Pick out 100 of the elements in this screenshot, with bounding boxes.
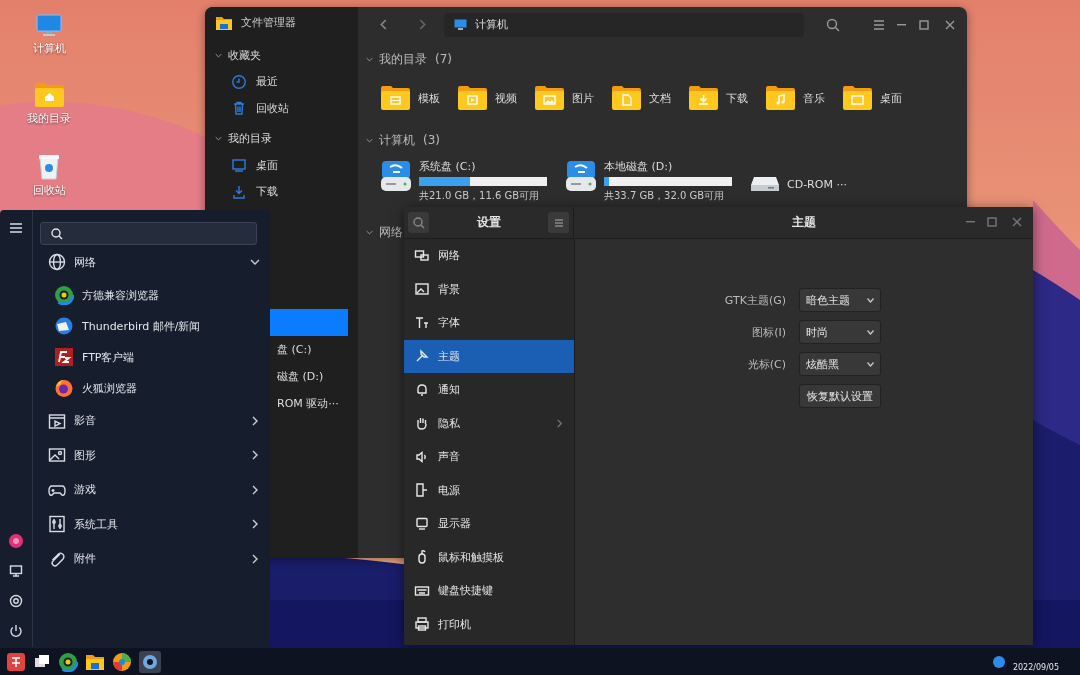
settings-nav-item[interactable]: 显示器: [404, 507, 574, 541]
media-icon: [48, 411, 66, 430]
sidebar-item[interactable]: 下载: [205, 178, 358, 205]
section-heading[interactable]: 计算机: [379, 131, 415, 149]
monitor-icon: [8, 563, 24, 579]
browser-icon: [58, 651, 78, 672]
search-field[interactable]: [40, 222, 257, 245]
folder-icon: [842, 85, 873, 111]
settings-nav-item[interactable]: 字体: [404, 306, 574, 340]
app-item[interactable]: Thunderbird 邮件/新闻: [40, 310, 270, 342]
menu-category[interactable]: 影音: [40, 403, 260, 438]
menu-category[interactable]: 系统工具: [40, 507, 260, 542]
drive-item[interactable]: 系统盘 (C:) 共21.0 GB，11.6 GB可用: [380, 159, 565, 203]
folder-icon: [380, 85, 411, 111]
privacy-icon: [414, 415, 430, 432]
graphics-icon: [48, 446, 66, 465]
dropdown[interactable]: 暗色主题: [799, 288, 881, 312]
disk-icon: [380, 159, 412, 193]
dropdown[interactable]: 炫酷黑: [799, 352, 881, 376]
chevron-icon[interactable]: [250, 553, 260, 564]
settings-nav-item[interactable]: 声音: [404, 440, 574, 474]
sidebar-item[interactable]: 桌面: [205, 152, 358, 179]
tools-icon: [48, 515, 66, 534]
folder-item[interactable]: 音乐: [765, 85, 842, 111]
trash-icon: [231, 100, 247, 117]
folder-icon: [611, 85, 642, 111]
trash-icon: [37, 152, 61, 180]
dropdown[interactable]: 时尚: [799, 320, 881, 344]
section-heading[interactable]: 网络: [379, 223, 403, 241]
settings-icon: [8, 593, 24, 609]
option-label: 光标(C): [746, 356, 786, 372]
disk-icon: [565, 159, 597, 193]
menu-button[interactable]: [548, 212, 569, 233]
section-heading[interactable]: 我的目录: [379, 50, 427, 68]
launcher-icon: [6, 651, 26, 672]
settings-nav-item[interactable]: 打印机: [404, 607, 574, 641]
sidebar-heading[interactable]: 收藏夹: [228, 47, 261, 63]
caret-icon: [867, 297, 874, 303]
caret-icon: [867, 361, 874, 367]
page-title: 主题: [791, 215, 816, 230]
settings-nav-item[interactable]: 鼠标和触摸板: [404, 540, 574, 574]
settings-nav-item[interactable]: 电源: [404, 473, 574, 507]
settings-nav-item[interactable]: 通知: [404, 373, 574, 407]
folder-item[interactable]: 文档: [611, 85, 688, 111]
flower-icon: [8, 533, 24, 549]
chevron-icon[interactable]: [250, 415, 260, 426]
app-item[interactable]: 方德兼容浏览器: [40, 279, 270, 311]
search-icon: [410, 214, 427, 231]
sidebar-item[interactable]: 回收站: [205, 95, 358, 122]
folder-icon: [457, 85, 488, 111]
address-bar[interactable]: 计算机: [444, 12, 804, 37]
folder-item[interactable]: 下载: [688, 85, 765, 111]
chevron-icon[interactable]: [250, 484, 260, 495]
item-count: (7): [435, 52, 452, 66]
folder-item[interactable]: 桌面: [842, 85, 919, 111]
menu-category[interactable]: 网络: [40, 245, 260, 280]
caret-icon: [867, 329, 874, 335]
ftp-icon: [54, 347, 74, 367]
download-icon: [231, 183, 247, 200]
network-icon: [414, 247, 430, 264]
mail-icon: [54, 316, 74, 336]
minimize-icon: [966, 221, 975, 223]
background-icon: [414, 281, 430, 298]
chevron-icon[interactable]: [250, 519, 260, 530]
notification-icon: [414, 381, 430, 398]
folder-icon: [85, 652, 105, 671]
browser-icon: [54, 285, 74, 305]
settings-nav-item[interactable]: 网络: [404, 239, 574, 273]
app-item[interactable]: FTP客户端: [40, 341, 270, 373]
printer-icon: [414, 616, 430, 633]
chevron-icon[interactable]: [250, 450, 260, 461]
sidebar-item[interactable]: 磁盘 (D:): [270, 363, 358, 390]
folder-app-icon: [215, 14, 233, 31]
sidebar-item[interactable]: 最近: [205, 68, 358, 95]
search-icon: [49, 225, 65, 242]
settings-nav-item[interactable]: 背景: [404, 272, 574, 306]
folder-item[interactable]: 图片: [534, 85, 611, 111]
network-status-icon: [991, 654, 1006, 669]
drive-item[interactable]: CD-ROM ···: [750, 159, 935, 203]
computer-icon: [36, 14, 62, 38]
folder-item[interactable]: 视频: [457, 85, 534, 111]
drive-item[interactable]: 本地磁盘 (D:) 共33.7 GB，32.0 GB可用: [565, 159, 750, 203]
sidebar-item[interactable]: ROM 驱动···: [270, 390, 358, 417]
sidebar-item[interactable]: 盘 (C:): [270, 336, 358, 363]
menu-icon: [8, 220, 24, 236]
monitor-icon: [231, 157, 247, 174]
accessories-icon: [48, 549, 66, 568]
sidebar-heading[interactable]: 我的目录: [228, 131, 272, 147]
settings-nav-item[interactable]: 主题: [404, 339, 574, 373]
date-label: 2022/09/05: [1012, 663, 1059, 674]
settings-nav-item[interactable]: 键盘快捷键: [404, 574, 574, 608]
app-item[interactable]: 火狐浏览器: [40, 372, 270, 404]
menu-category[interactable]: 游戏: [40, 472, 260, 507]
settings-nav-item[interactable]: 隐私: [404, 406, 574, 440]
reset-button[interactable]: 恢复默认设置: [799, 384, 881, 408]
minimize-icon: [897, 23, 906, 26]
menu-category[interactable]: 图形: [40, 438, 260, 473]
search-button[interactable]: [408, 212, 429, 233]
folder-item[interactable]: 模板: [380, 85, 457, 111]
menu-category[interactable]: 附件: [40, 541, 260, 576]
